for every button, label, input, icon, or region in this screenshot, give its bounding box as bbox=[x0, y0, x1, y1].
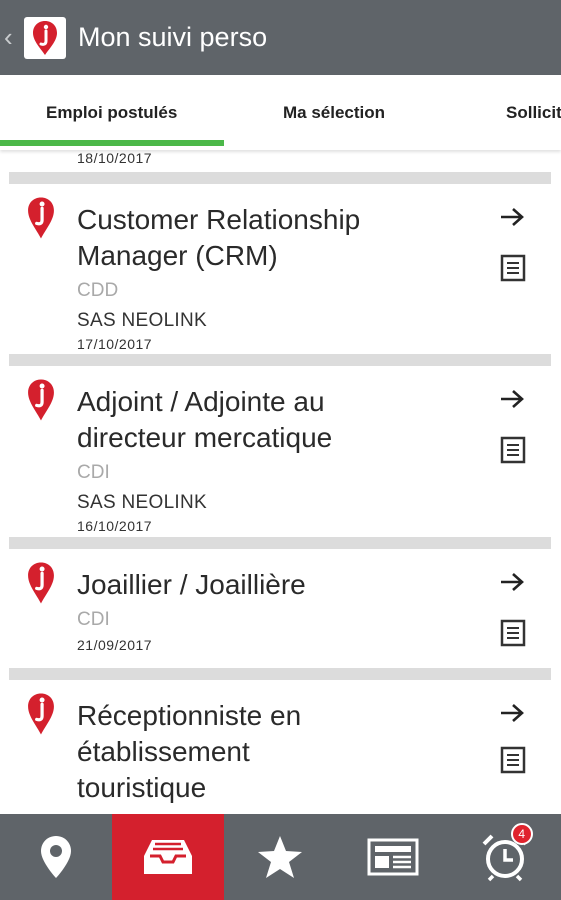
list-item[interactable]: Joaillier / Joaillière CDI 21/09/2017 bbox=[9, 549, 551, 680]
list-item[interactable]: Customer Relationship Manager (CRM) CDD … bbox=[9, 184, 551, 366]
notification-badge: 4 bbox=[510, 823, 533, 845]
tab-emploi-postules[interactable]: Emploi postulés bbox=[46, 75, 177, 150]
list-item[interactable]: Adjoint / Adjointe au directeur mercatiq… bbox=[9, 366, 551, 549]
document-icon[interactable] bbox=[500, 619, 526, 647]
app-bar: ‹ Mon suivi perso bbox=[0, 0, 561, 75]
arrow-right-icon[interactable] bbox=[499, 702, 525, 724]
app-screen: ‹ Mon suivi perso Emploi postulés Ma sél… bbox=[0, 0, 561, 900]
job-list[interactable]: 18/10/2017 Customer Relationship Manager… bbox=[0, 150, 561, 814]
job-company: SAS NEOLINK bbox=[77, 310, 208, 331]
job-title[interactable]: Customer Relationship Manager (CRM) bbox=[77, 202, 427, 274]
nav-map[interactable] bbox=[0, 814, 112, 900]
job-contract-type: CDD bbox=[77, 280, 119, 301]
star-icon bbox=[258, 836, 303, 878]
nav-alerts[interactable]: 4 bbox=[449, 814, 561, 900]
nav-favorites[interactable] bbox=[224, 814, 336, 900]
page-title: Mon suivi perso bbox=[78, 22, 268, 52]
back-button[interactable]: ‹ bbox=[4, 22, 22, 53]
tab-bar: Emploi postulés Ma sélection Sollicit bbox=[0, 75, 561, 150]
job-title[interactable]: Réceptionniste en établissement touristi… bbox=[77, 698, 377, 806]
brand-logo-icon bbox=[28, 562, 54, 604]
bottom-navigation: 4 bbox=[0, 814, 561, 900]
brand-logo-icon bbox=[28, 197, 54, 239]
list-item[interactable]: 18/10/2017 bbox=[9, 150, 551, 184]
brand-logo-icon bbox=[28, 693, 54, 735]
job-title[interactable]: Adjoint / Adjointe au directeur mercatiq… bbox=[77, 384, 427, 456]
job-company: SAS NEOLINK bbox=[77, 492, 208, 513]
job-date: 16/10/2017 bbox=[77, 518, 153, 534]
document-icon[interactable] bbox=[500, 436, 526, 464]
tab-ma-selection[interactable]: Ma sélection bbox=[283, 75, 385, 150]
map-pin-icon bbox=[41, 836, 72, 878]
job-title[interactable]: Joaillier / Joaillière bbox=[77, 567, 427, 603]
newspaper-icon bbox=[367, 838, 419, 876]
nav-inbox[interactable] bbox=[112, 814, 225, 900]
arrow-right-icon[interactable] bbox=[499, 206, 525, 228]
nav-news[interactable] bbox=[337, 814, 449, 900]
brand-logo-icon bbox=[33, 20, 57, 55]
job-contract-type: CDI bbox=[77, 462, 110, 483]
document-icon[interactable] bbox=[500, 254, 526, 282]
job-date: 18/10/2017 bbox=[77, 150, 153, 166]
app-logo[interactable] bbox=[24, 16, 66, 59]
job-date: 21/09/2017 bbox=[77, 637, 153, 653]
arrow-right-icon[interactable] bbox=[499, 571, 525, 593]
list-item[interactable]: Réceptionniste en établissement touristi… bbox=[9, 680, 551, 814]
inbox-icon bbox=[144, 840, 193, 874]
arrow-right-icon[interactable] bbox=[499, 388, 525, 410]
active-tab-indicator bbox=[0, 140, 224, 146]
tab-sollicitations[interactable]: Sollicit bbox=[506, 75, 561, 150]
brand-logo-icon bbox=[28, 379, 54, 421]
document-icon[interactable] bbox=[500, 746, 526, 774]
job-date: 17/10/2017 bbox=[77, 336, 153, 352]
job-contract-type: CDI bbox=[77, 609, 110, 630]
